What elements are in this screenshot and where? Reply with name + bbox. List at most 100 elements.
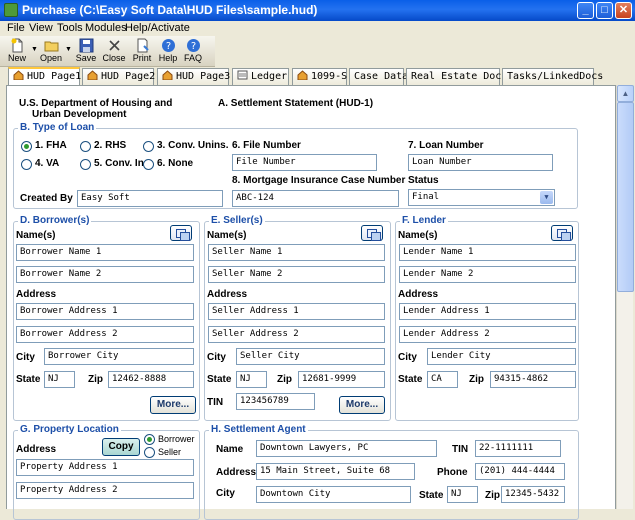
seller-zip-input[interactable]: 12681-9999 (298, 371, 385, 388)
option-conv-unins-label: 3. Conv. Unins. (157, 140, 229, 151)
agent-zip-label: Zip (485, 490, 500, 501)
radio-conv-ins[interactable] (80, 159, 91, 170)
lender-state-input[interactable]: CA (427, 371, 458, 388)
menu-help-activate[interactable]: Help/Activate (125, 22, 190, 34)
borrower-address1-input[interactable]: Borrower Address 1 (16, 303, 194, 320)
tab-ledger[interactable]: Ledger (232, 68, 289, 86)
lender-city-label: City (398, 352, 417, 363)
new-file-icon (11, 38, 22, 53)
status-select[interactable]: Final ▼ (408, 189, 555, 206)
lender-address1-input[interactable]: Lender Address 1 (399, 303, 576, 320)
scroll-thumb[interactable] (617, 102, 634, 292)
menu-tools[interactable]: Tools (57, 22, 83, 34)
tab-real-estate-docs[interactable]: Real Estate Docs (406, 68, 507, 86)
house-icon (297, 70, 308, 80)
open-button[interactable]: Open (38, 37, 64, 67)
folder-icon (44, 41, 58, 52)
save-disk-icon (79, 38, 93, 53)
tab-tasks-linked-docs[interactable]: Tasks/LinkedDocs (502, 68, 603, 86)
tab-case-data[interactable]: Case Data (349, 68, 408, 86)
agent-zip-input[interactable]: 12345-5432 (501, 486, 565, 503)
property-copy-button[interactable]: Copy (102, 438, 140, 456)
borrower-state-input[interactable]: NJ (44, 371, 75, 388)
copy-from-seller-radio[interactable] (144, 447, 155, 458)
agent-city-input[interactable]: Downtown City (256, 486, 411, 503)
borrower-city-input[interactable]: Borrower City (44, 348, 194, 365)
radio-none[interactable] (143, 159, 154, 170)
minimize-button[interactable]: _ (577, 2, 594, 19)
agent-phone-input[interactable]: (201) 444-4444 (475, 463, 565, 480)
agent-address-input[interactable]: 15 Main Street, Suite 68 (256, 463, 415, 480)
option-conv-ins-label: 5. Conv. Ins (94, 158, 150, 169)
seller-state-input[interactable]: NJ (236, 371, 267, 388)
seller-copy-icon[interactable] (361, 225, 383, 241)
tab-hud-page3[interactable]: HUD Page3 (157, 68, 230, 86)
toolbar: New Open Save Close Print ? Help ? FAQ ▼… (0, 36, 215, 67)
borrower-more-button[interactable]: More... (150, 396, 196, 414)
seller-city-label: City (207, 352, 226, 363)
agent-address-label: Address (216, 467, 257, 478)
maximize-button[interactable]: □ (596, 2, 613, 19)
print-button[interactable]: Print (129, 37, 155, 67)
agent-tin-input[interactable]: 22-1111111 (475, 440, 561, 457)
file-number-input[interactable]: File Number (232, 154, 377, 171)
seller-address2-input[interactable]: Seller Address 2 (208, 326, 385, 343)
agent-state-input[interactable]: NJ (447, 486, 478, 503)
borrower-name1-input[interactable]: Borrower Name 1 (16, 244, 194, 261)
borrower-zip-input[interactable]: 12462-8888 (108, 371, 194, 388)
title-bar[interactable]: Purchase (C:\Easy Soft Data\HUD Files\sa… (0, 0, 635, 21)
help-button[interactable]: ? Help (155, 37, 181, 67)
lender-name2-input[interactable]: Lender Name 2 (399, 266, 576, 283)
chevron-down-icon[interactable]: ▼ (540, 191, 553, 204)
case-number-input[interactable]: ABC-124 (232, 190, 399, 207)
type-of-loan-legend: B. Type of Loan (18, 122, 97, 133)
tab-hud-page2[interactable]: HUD Page2 (82, 68, 155, 86)
new-button[interactable]: New (4, 37, 30, 67)
faq-button[interactable]: ? FAQ (180, 37, 206, 67)
scroll-up-icon[interactable]: ▲ (617, 85, 634, 102)
vertical-scrollbar[interactable]: ▲ (616, 85, 634, 509)
lender-city-input[interactable]: Lender City (427, 348, 576, 365)
property-location-section: G. Property Location Address Copy Borrow… (13, 424, 200, 520)
borrower-copy-icon[interactable] (170, 225, 192, 241)
radio-va[interactable] (21, 159, 32, 170)
seller-name1-input[interactable]: Seller Name 1 (208, 244, 385, 261)
agent-city-label: City (216, 488, 235, 499)
copy-from-borrower-radio[interactable] (144, 434, 155, 445)
borrower-address2-input[interactable]: Borrower Address 2 (16, 326, 194, 343)
lender-copy-icon[interactable] (551, 225, 573, 241)
seller-name2-input[interactable]: Seller Name 2 (208, 266, 385, 283)
menu-file[interactable]: File (7, 22, 25, 34)
lender-zip-input[interactable]: 94315-4862 (490, 371, 576, 388)
menu-view[interactable]: View (29, 22, 53, 34)
tab-hud-page1[interactable]: HUD Page1 (8, 67, 81, 86)
radio-conv-unins[interactable] (143, 141, 154, 152)
close-window-button[interactable]: ✕ (615, 2, 632, 19)
radio-fha[interactable] (21, 141, 32, 152)
lender-legend: F. Lender (400, 215, 448, 226)
property-address2-input[interactable]: Property Address 2 (16, 482, 194, 499)
option-rhs-label: 2. RHS (94, 140, 127, 151)
faq-question-icon: ? (186, 39, 200, 52)
lender-name1-input[interactable]: Lender Name 1 (399, 244, 576, 261)
seller-city-input[interactable]: Seller City (236, 348, 385, 365)
created-by-input[interactable]: Easy Soft (77, 190, 223, 207)
seller-address1-input[interactable]: Seller Address 1 (208, 303, 385, 320)
radio-rhs[interactable] (80, 141, 91, 152)
seller-tin-input[interactable]: 123456789 (236, 393, 315, 410)
save-button[interactable]: Save (73, 37, 99, 67)
menu-modules[interactable]: Modules (85, 22, 127, 34)
agent-phone-label: Phone (437, 467, 468, 478)
seller-more-button[interactable]: More... (339, 396, 385, 414)
property-address1-input[interactable]: Property Address 1 (16, 459, 194, 476)
open-dropdown-icon[interactable]: ▼ (65, 46, 72, 53)
tab-1099s[interactable]: 1099-S (292, 68, 347, 86)
agent-name-input[interactable]: Downtown Lawyers, PC (256, 440, 437, 457)
borrower-name2-input[interactable]: Borrower Name 2 (16, 266, 194, 283)
close-file-button[interactable]: Close (101, 37, 127, 67)
new-dropdown-icon[interactable]: ▼ (31, 46, 38, 53)
lender-address2-input[interactable]: Lender Address 2 (399, 326, 576, 343)
copy-from-seller-label: Seller (158, 447, 182, 457)
loan-number-input[interactable]: Loan Number (408, 154, 553, 171)
lender-zip-label: Zip (469, 374, 484, 385)
